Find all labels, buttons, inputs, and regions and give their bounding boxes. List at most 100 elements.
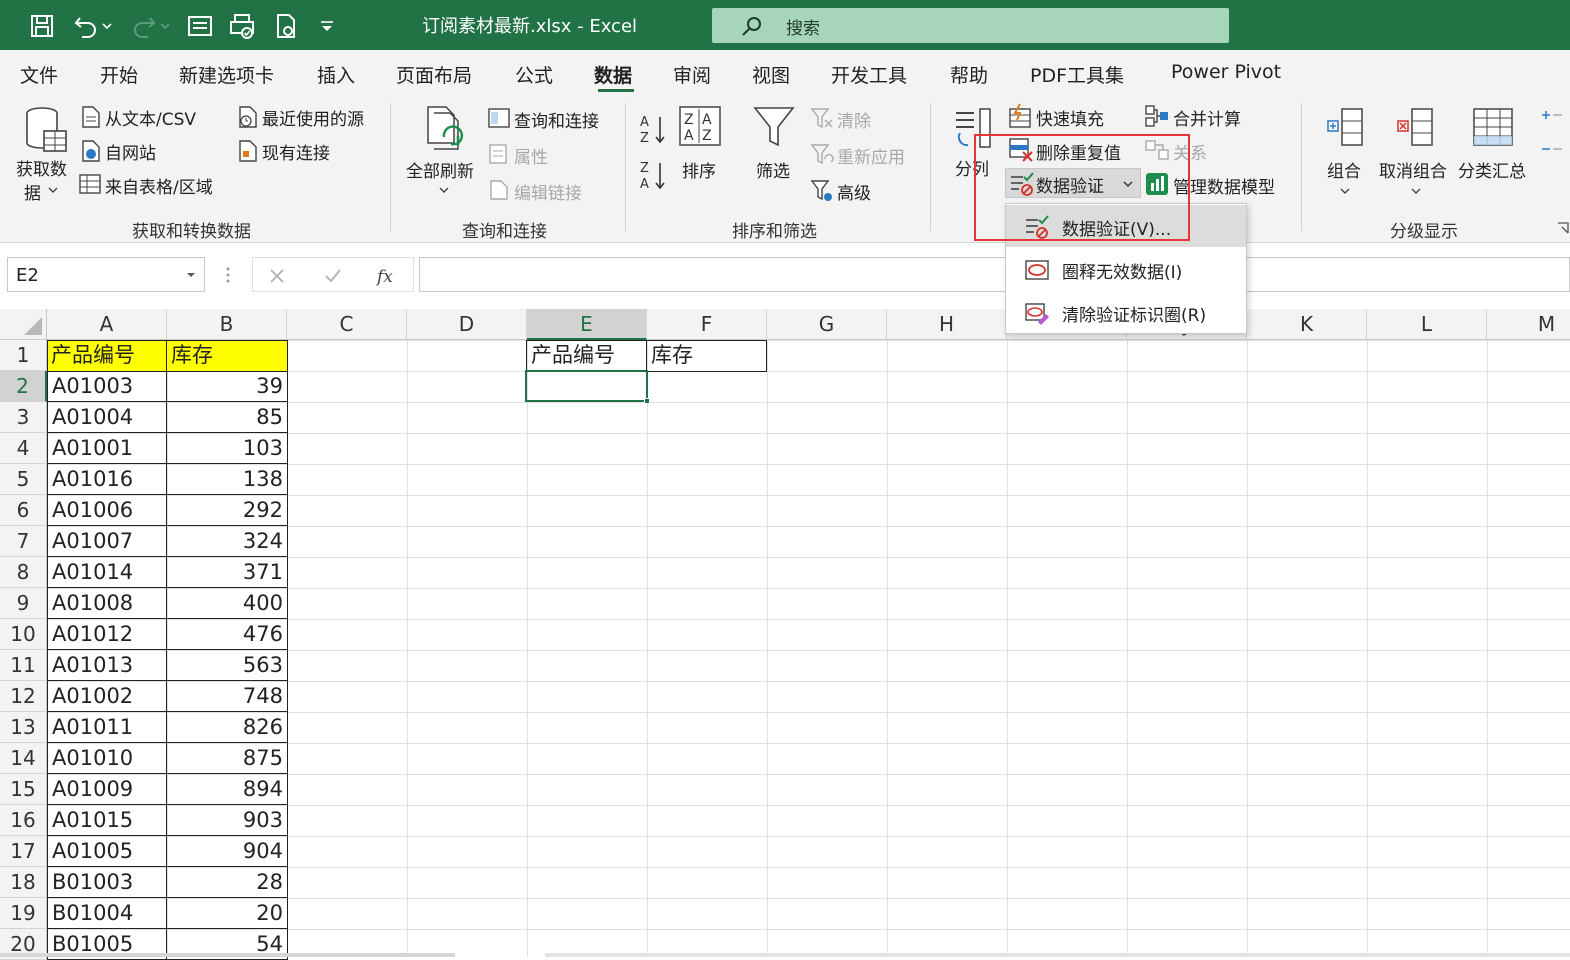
flash-fill-button[interactable]: 快速填充 — [1036, 105, 1104, 130]
cell-a19[interactable]: B01004 — [48, 898, 167, 929]
group-icon[interactable] — [1324, 105, 1366, 151]
tab-developer[interactable]: 开发工具 — [831, 61, 907, 88]
menu-item-circle-invalid[interactable]: 圈释无效数据(I) — [1006, 248, 1246, 290]
cell-a7[interactable]: A01007 — [48, 526, 167, 557]
group-button[interactable]: 组合 — [1327, 157, 1361, 182]
name-box[interactable]: E2 — [7, 257, 205, 292]
cell-b19[interactable]: 20 — [167, 898, 288, 929]
cell-a14[interactable]: A01010 — [48, 743, 167, 774]
column-header-m[interactable]: M — [1487, 309, 1570, 340]
cell-a4[interactable]: A01001 — [48, 433, 167, 464]
cell-b15[interactable]: 894 — [167, 774, 288, 805]
from-web-button[interactable]: 自网站 — [105, 139, 156, 164]
row-header-15[interactable]: 15 — [0, 774, 47, 805]
row-header-8[interactable]: 8 — [0, 557, 47, 588]
row-header-17[interactable]: 17 — [0, 836, 47, 867]
undo-icon[interactable] — [72, 12, 100, 40]
tab-power-pivot[interactable]: Power Pivot — [1171, 61, 1281, 83]
form-icon[interactable] — [186, 12, 214, 40]
consolidate-button[interactable]: 合并计算 — [1173, 105, 1241, 130]
ungroup-button[interactable]: 取消组合 — [1379, 157, 1447, 182]
select-all-corner[interactable] — [0, 309, 47, 340]
sort-button[interactable]: 排序 — [682, 157, 716, 182]
cell-b9[interactable]: 400 — [167, 588, 288, 619]
column-header-b[interactable]: B — [167, 309, 287, 340]
row-header-16[interactable]: 16 — [0, 805, 47, 836]
cell-a2[interactable]: A01003 — [48, 371, 167, 402]
cell-b14[interactable]: 875 — [167, 743, 288, 774]
column-header-a[interactable]: A — [47, 309, 167, 340]
column-header-d[interactable]: D — [407, 309, 527, 340]
document-check-icon[interactable] — [272, 12, 300, 40]
refresh-all-icon[interactable] — [422, 103, 470, 155]
cell-b1[interactable]: 库存 — [167, 340, 287, 371]
tab-pdf-tools[interactable]: PDF工具集 — [1030, 61, 1124, 88]
existing-connections-button[interactable]: 现有连接 — [262, 139, 330, 164]
active-cell-e2[interactable] — [525, 370, 648, 402]
cell-a3[interactable]: A01004 — [48, 402, 167, 433]
row-header-11[interactable]: 11 — [0, 650, 47, 681]
cell-b7[interactable]: 324 — [167, 526, 288, 557]
enter-check-icon[interactable] — [323, 266, 343, 286]
column-header-g[interactable]: G — [767, 309, 887, 340]
cell-a11[interactable]: A01013 — [48, 650, 167, 681]
print-preview-icon[interactable] — [228, 12, 256, 40]
tab-review[interactable]: 审阅 — [673, 61, 711, 88]
cell-b10[interactable]: 476 — [167, 619, 288, 650]
tab-insert[interactable]: 插入 — [317, 61, 355, 88]
cell-b12[interactable]: 748 — [167, 681, 288, 712]
column-header-k[interactable]: K — [1247, 309, 1367, 340]
get-data-icon[interactable] — [22, 105, 68, 157]
redo-dropdown-icon[interactable] — [158, 12, 172, 40]
tab-new-tab[interactable]: 新建选项卡 — [179, 61, 274, 88]
drag-handle-icon[interactable] — [222, 264, 234, 286]
tab-home[interactable]: 开始 — [100, 61, 138, 88]
cell-a15[interactable]: A01009 — [48, 774, 167, 805]
recent-sources-button[interactable]: 最近使用的源 — [262, 105, 364, 130]
column-header-f[interactable]: F — [647, 309, 767, 340]
cell-b4[interactable]: 103 — [167, 433, 288, 464]
filter-icon[interactable] — [752, 105, 796, 149]
column-header-e[interactable]: E — [527, 309, 647, 340]
customize-qat-icon[interactable] — [316, 12, 338, 40]
cancel-icon[interactable] — [267, 266, 287, 286]
cell-a18[interactable]: B01003 — [48, 867, 167, 898]
column-header-l[interactable]: L — [1367, 309, 1487, 340]
subtotal-button[interactable]: 分类汇总 — [1458, 157, 1526, 182]
sort-a-to-z-icon[interactable]: AZ — [638, 113, 668, 145]
cell-b2[interactable]: 39 — [167, 371, 288, 402]
from-table-button[interactable]: 来自表格/区域 — [105, 173, 213, 198]
from-text-csv-button[interactable]: 从文本/CSV — [105, 105, 196, 130]
tab-view[interactable]: 视图 — [752, 61, 790, 88]
cell-f1[interactable]: 库存 — [647, 340, 767, 371]
redo-icon[interactable] — [130, 12, 158, 40]
cell-b6[interactable]: 292 — [167, 495, 288, 526]
cell-a1[interactable]: 产品编号 — [47, 340, 167, 371]
cell-a10[interactable]: A01012 — [48, 619, 167, 650]
cell-b5[interactable]: 138 — [167, 464, 288, 495]
cell-b17[interactable]: 904 — [167, 836, 288, 867]
dialog-launcher-icon[interactable] — [1556, 221, 1570, 235]
tab-help[interactable]: 帮助 — [950, 61, 988, 88]
row-header-14[interactable]: 14 — [0, 743, 47, 774]
advanced-button[interactable]: 高级 — [837, 179, 871, 204]
queries-connections-button[interactable]: 查询和连接 — [514, 107, 599, 132]
row-header-3[interactable]: 3 — [0, 402, 47, 433]
ungroup-icon[interactable] — [1394, 105, 1436, 151]
cell-a12[interactable]: A01002 — [48, 681, 167, 712]
cell-a5[interactable]: A01016 — [48, 464, 167, 495]
sort-icon[interactable]: ZAAZ — [678, 105, 722, 147]
caret-down-icon[interactable] — [186, 270, 196, 280]
cell-a17[interactable]: A01005 — [48, 836, 167, 867]
horizontal-scrollbar[interactable] — [0, 953, 455, 957]
cell-a9[interactable]: A01008 — [48, 588, 167, 619]
get-data-label[interactable]: 获取数 — [16, 155, 67, 180]
tab-data[interactable]: 数据 — [594, 61, 632, 88]
row-header-19[interactable]: 19 — [0, 898, 47, 929]
insert-function-icon[interactable]: fx — [375, 264, 399, 288]
tab-file[interactable]: 文件 — [20, 61, 58, 88]
search-box[interactable]: 搜索 — [712, 8, 1229, 43]
column-header-h[interactable]: H — [887, 309, 1007, 340]
subtotal-icon[interactable] — [1470, 105, 1516, 151]
get-data-label-2[interactable]: 据 — [24, 179, 41, 204]
